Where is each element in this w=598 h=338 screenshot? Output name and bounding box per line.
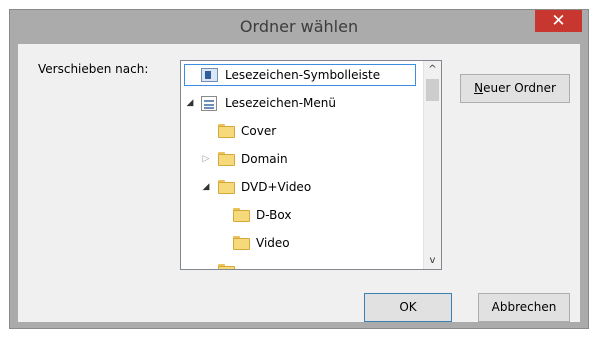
folder-icon <box>233 236 250 250</box>
dialog-content: Verschieben nach: Lesezeichen-Symbolleis… <box>18 44 580 322</box>
tree-item-cover[interactable]: Cover <box>181 117 421 145</box>
cancel-button[interactable]: Abbrechen <box>478 293 570 322</box>
scroll-down-icon[interactable]: v <box>424 252 441 269</box>
tree-item-toolbar[interactable]: Lesezeichen-Symbolleiste <box>181 61 421 89</box>
tree-item-menu[interactable]: ◢ Lesezeichen-Menü <box>181 89 421 117</box>
tree-item-label: Domain <box>241 152 288 166</box>
tree-item-domain[interactable]: ▷ Domain <box>181 145 421 173</box>
tree-item-label: D-Box <box>256 208 292 222</box>
folder-icon <box>233 208 250 222</box>
tree-item-label: Lesezeichen-Symbolleiste <box>225 68 381 82</box>
tree-item-video[interactable]: Video <box>181 229 421 257</box>
folder-tree[interactable]: Lesezeichen-Symbolleiste ◢ Lesezeichen-M… <box>180 60 442 270</box>
choose-folder-dialog: Ordner wählen ✕ Verschieben nach: Leseze… <box>9 9 589 329</box>
tree-item-label: DVD+Video <box>241 180 312 194</box>
folder-icon <box>218 180 235 194</box>
new-folder-button[interactable]: Neuer Ordner <box>460 74 570 103</box>
folder-icon <box>218 152 235 166</box>
close-button[interactable]: ✕ <box>535 10 582 32</box>
expanded-arrow-icon[interactable]: ◢ <box>201 173 211 201</box>
bookmarks-menu-icon <box>201 96 217 111</box>
move-to-label: Verschieben nach: <box>38 62 149 76</box>
dialog-title: Ordner wählen <box>239 17 359 36</box>
vertical-scrollbar[interactable]: ^ v <box>423 61 441 269</box>
tree-item-label: Lesezeichen-Menü <box>225 96 336 110</box>
new-folder-label: euer Ordner <box>483 81 556 95</box>
expanded-arrow-icon[interactable]: ◢ <box>185 89 195 117</box>
bookmarks-toolbar-icon <box>201 68 218 82</box>
ok-label: OK <box>399 300 417 314</box>
cancel-label: Abbrechen <box>491 300 557 314</box>
scroll-thumb[interactable] <box>426 79 439 101</box>
title-bar[interactable]: Ordner wählen ✕ <box>10 10 588 44</box>
folder-icon <box>218 124 235 138</box>
tree-item-label: Cover <box>241 124 277 138</box>
close-icon: ✕ <box>551 11 566 31</box>
collapsed-arrow-icon[interactable]: ▷ <box>201 145 211 173</box>
tree-item-dvd-video[interactable]: ◢ DVD+Video <box>181 173 421 201</box>
folder-icon <box>218 264 235 269</box>
scroll-up-icon[interactable]: ^ <box>424 61 441 78</box>
tree-item-partial[interactable] <box>181 257 421 269</box>
tree-item-label: Video <box>256 236 290 250</box>
ok-button[interactable]: OK <box>364 293 452 322</box>
tree-item-d-box[interactable]: D-Box <box>181 201 421 229</box>
new-folder-mnemonic: N <box>474 81 484 95</box>
